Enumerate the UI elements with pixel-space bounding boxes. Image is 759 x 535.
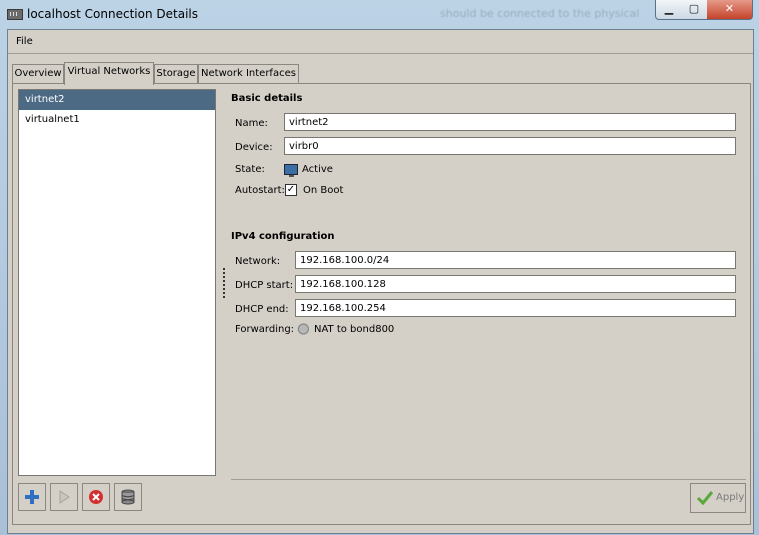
name-field[interactable]: virtnet2 — [284, 113, 736, 131]
autostart-value: On Boot — [303, 185, 344, 196]
dhcp-end-field[interactable]: 192.168.100.254 — [295, 299, 736, 317]
menu-file[interactable]: File — [16, 36, 33, 47]
menu-bar: File — [8, 30, 753, 54]
monitor-icon — [284, 164, 298, 177]
device-field[interactable]: virbr0 — [284, 137, 736, 155]
check-icon — [696, 491, 714, 506]
tab-virtual-networks[interactable]: Virtual Networks — [64, 62, 154, 85]
tab-network-interfaces[interactable]: Network Interfaces — [198, 64, 299, 84]
dhcp-start-label: DHCP start: — [235, 280, 294, 291]
app-icon — [7, 9, 23, 20]
stop-network-button[interactable] — [82, 483, 110, 511]
tab-storage[interactable]: Storage — [154, 64, 198, 84]
window-title: localhost Connection Details — [27, 7, 198, 21]
start-network-button[interactable] — [50, 483, 78, 511]
divider — [231, 479, 746, 480]
autostart-label: Autostart: — [235, 185, 285, 196]
database-icon — [121, 489, 135, 505]
forwarding-label: Forwarding: — [235, 324, 295, 335]
device-label: Device: — [235, 142, 273, 153]
add-network-button[interactable] — [18, 483, 46, 511]
play-icon — [59, 490, 70, 504]
apply-label: Apply — [716, 492, 745, 503]
list-item[interactable]: virtualnet1 — [19, 110, 215, 130]
stop-icon — [89, 490, 103, 504]
close-button[interactable]: ✕ — [707, 0, 753, 20]
dhcp-start-field[interactable]: 192.168.100.128 — [295, 275, 736, 293]
network-field[interactable]: 192.168.100.0/24 — [295, 251, 736, 269]
name-label: Name: — [235, 118, 268, 129]
autostart-checkbox[interactable]: ✓ — [285, 184, 297, 196]
network-plug-icon — [295, 322, 309, 336]
state-label: State: — [235, 164, 265, 175]
background-window-title: should be connected to the physical — [440, 7, 640, 20]
app-window: localhost Connection Details should be c… — [0, 0, 759, 535]
virtual-networks-panel: virtnet2 virtualnet1 Basic details Name:… — [12, 83, 751, 525]
delete-network-button[interactable] — [114, 483, 142, 511]
plus-icon — [25, 490, 39, 504]
network-label: Network: — [235, 256, 281, 267]
apply-button[interactable]: Apply — [690, 483, 746, 513]
tab-overview[interactable]: Overview — [12, 64, 64, 84]
minimize-button[interactable]: ▁ — [655, 0, 683, 20]
ipv4-heading: IPv4 configuration — [231, 231, 335, 242]
pane-resize-handle[interactable] — [223, 268, 225, 298]
state-value: Active — [302, 164, 333, 175]
dhcp-end-label: DHCP end: — [235, 304, 289, 315]
title-bar[interactable]: localhost Connection Details should be c… — [0, 0, 759, 28]
forwarding-value: NAT to bond800 — [314, 324, 395, 335]
network-list[interactable]: virtnet2 virtualnet1 — [18, 89, 216, 476]
basic-details-heading: Basic details — [231, 93, 303, 104]
maximize-button[interactable]: ▢ — [681, 0, 708, 20]
dialog-body: File Overview Virtual Networks Storage N… — [7, 29, 754, 534]
list-item[interactable]: virtnet2 — [19, 90, 215, 110]
